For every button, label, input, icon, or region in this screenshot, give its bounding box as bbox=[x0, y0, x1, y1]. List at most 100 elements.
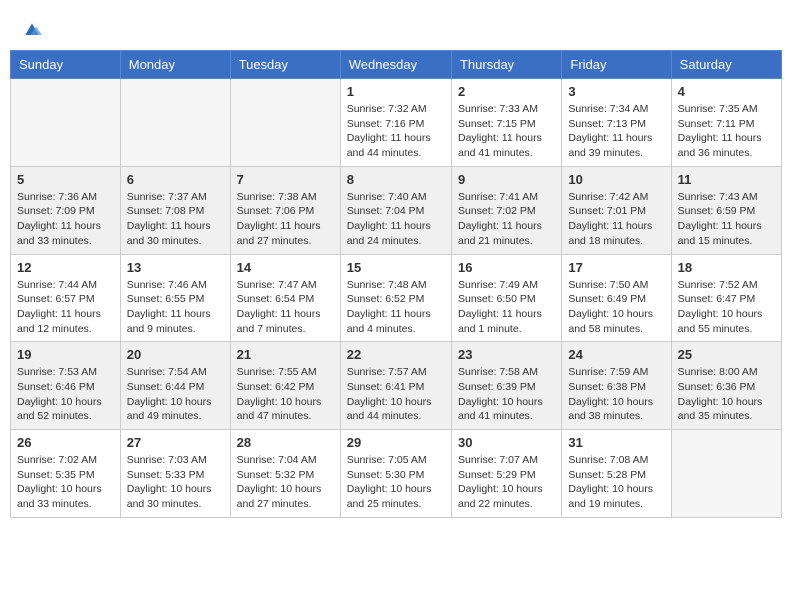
day-number: 28 bbox=[237, 435, 334, 450]
calendar-cell: 3Sunrise: 7:34 AMSunset: 7:13 PMDaylight… bbox=[562, 79, 671, 167]
day-info: Sunrise: 7:42 AMSunset: 7:01 PMDaylight:… bbox=[568, 190, 664, 249]
day-info: Sunrise: 7:05 AMSunset: 5:30 PMDaylight:… bbox=[347, 453, 445, 512]
day-info: Sunrise: 7:02 AMSunset: 5:35 PMDaylight:… bbox=[17, 453, 114, 512]
calendar-cell: 21 Sunrise: 7:55 AMSunset: 6:42 PMDayligh… bbox=[230, 342, 340, 430]
logo bbox=[20, 20, 42, 40]
calendar-cell: 12 Sunrise: 7:44 AMSunset: 6:57 PMDayligh… bbox=[11, 254, 121, 342]
day-info: Sunrise: 7:48 AMSunset: 6:52 PMDaylight:… bbox=[347, 278, 445, 337]
day-number: 26 bbox=[17, 435, 114, 450]
calendar-cell bbox=[230, 79, 340, 167]
calendar-cell: 7 Sunrise: 7:38 AMSunset: 7:06 PMDaylight… bbox=[230, 166, 340, 254]
calendar-week-row: 26 Sunrise: 7:02 AMSunset: 5:35 PMDayligh… bbox=[11, 430, 782, 518]
calendar-cell bbox=[120, 79, 230, 167]
weekday-header-tuesday: Tuesday bbox=[230, 51, 340, 79]
day-info: Sunrise: 7:57 AMSunset: 6:41 PMDaylight:… bbox=[347, 365, 445, 424]
day-number: 10 bbox=[568, 172, 664, 187]
logo-icon bbox=[22, 20, 42, 40]
day-number: 27 bbox=[127, 435, 224, 450]
day-info: Sunrise: 7:34 AMSunset: 7:13 PMDaylight:… bbox=[568, 102, 664, 161]
day-number: 14 bbox=[237, 260, 334, 275]
calendar-cell: 1 Sunrise: 7:32 AMSunset: 7:16 PMDaylight… bbox=[340, 79, 451, 167]
calendar-cell: 26 Sunrise: 7:02 AMSunset: 5:35 PMDayligh… bbox=[11, 430, 121, 518]
day-number: 2 bbox=[458, 84, 555, 99]
day-info: Sunrise: 7:40 AMSunset: 7:04 PMDaylight:… bbox=[347, 190, 445, 249]
calendar-cell: 24Sunrise: 7:59 AMSunset: 6:38 PMDayligh… bbox=[562, 342, 671, 430]
calendar-cell: 29 Sunrise: 7:05 AMSunset: 5:30 PMDayligh… bbox=[340, 430, 451, 518]
day-info: Sunrise: 7:59 AMSunset: 6:38 PMDaylight:… bbox=[568, 365, 664, 424]
day-number: 29 bbox=[347, 435, 445, 450]
calendar-cell: 27 Sunrise: 7:03 AMSunset: 5:33 PMDayligh… bbox=[120, 430, 230, 518]
calendar-cell: 30 Sunrise: 7:07 AMSunset: 5:29 PMDayligh… bbox=[451, 430, 561, 518]
day-info: Sunrise: 7:07 AMSunset: 5:29 PMDaylight:… bbox=[458, 453, 555, 512]
day-number: 13 bbox=[127, 260, 224, 275]
calendar-cell: 15 Sunrise: 7:48 AMSunset: 6:52 PMDayligh… bbox=[340, 254, 451, 342]
day-number: 19 bbox=[17, 347, 114, 362]
day-number: 1 bbox=[347, 84, 445, 99]
day-number: 11 bbox=[678, 172, 775, 187]
calendar-cell: 23 Sunrise: 7:58 AMSunset: 6:39 PMDayligh… bbox=[451, 342, 561, 430]
calendar-cell: 20Sunrise: 7:54 AMSunset: 6:44 PMDayligh… bbox=[120, 342, 230, 430]
day-number: 16 bbox=[458, 260, 555, 275]
day-number: 12 bbox=[17, 260, 114, 275]
calendar-cell: 25 Sunrise: 8:00 AMSunset: 6:36 PMDayligh… bbox=[671, 342, 781, 430]
day-number: 18 bbox=[678, 260, 775, 275]
calendar-cell: 31 Sunrise: 7:08 AMSunset: 5:28 PMDayligh… bbox=[562, 430, 671, 518]
day-number: 30 bbox=[458, 435, 555, 450]
calendar-table: SundayMondayTuesdayWednesdayThursdayFrid… bbox=[10, 50, 782, 518]
calendar-week-row: 12 Sunrise: 7:44 AMSunset: 6:57 PMDayligh… bbox=[11, 254, 782, 342]
calendar-cell: 8 Sunrise: 7:40 AMSunset: 7:04 PMDaylight… bbox=[340, 166, 451, 254]
day-number: 31 bbox=[568, 435, 664, 450]
calendar-cell: 5 Sunrise: 7:36 AMSunset: 7:09 PMDaylight… bbox=[11, 166, 121, 254]
day-info: Sunrise: 7:38 AMSunset: 7:06 PMDaylight:… bbox=[237, 190, 334, 249]
calendar-cell bbox=[671, 430, 781, 518]
day-number: 25 bbox=[678, 347, 775, 362]
calendar-cell: 11 Sunrise: 7:43 AMSunset: 6:59 PMDayligh… bbox=[671, 166, 781, 254]
day-info: Sunrise: 7:47 AMSunset: 6:54 PMDaylight:… bbox=[237, 278, 334, 337]
day-info: Sunrise: 7:43 AMSunset: 6:59 PMDaylight:… bbox=[678, 190, 775, 249]
day-number: 7 bbox=[237, 172, 334, 187]
calendar-cell: 19 Sunrise: 7:53 AMSunset: 6:46 PMDayligh… bbox=[11, 342, 121, 430]
calendar-cell: 17Sunrise: 7:50 AMSunset: 6:49 PMDayligh… bbox=[562, 254, 671, 342]
weekday-header-monday: Monday bbox=[120, 51, 230, 79]
calendar-cell: 28 Sunrise: 7:04 AMSunset: 5:32 PMDayligh… bbox=[230, 430, 340, 518]
calendar-week-row: 5 Sunrise: 7:36 AMSunset: 7:09 PMDaylight… bbox=[11, 166, 782, 254]
calendar-cell: 18 Sunrise: 7:52 AMSunset: 6:47 PMDayligh… bbox=[671, 254, 781, 342]
day-info: Sunrise: 7:44 AMSunset: 6:57 PMDaylight:… bbox=[17, 278, 114, 337]
weekday-header-wednesday: Wednesday bbox=[340, 51, 451, 79]
day-info: Sunrise: 7:08 AMSunset: 5:28 PMDaylight:… bbox=[568, 453, 664, 512]
day-info: Sunrise: 7:03 AMSunset: 5:33 PMDaylight:… bbox=[127, 453, 224, 512]
calendar-cell: 4Sunrise: 7:35 AMSunset: 7:11 PMDaylight… bbox=[671, 79, 781, 167]
day-info: Sunrise: 7:54 AMSunset: 6:44 PMDaylight:… bbox=[127, 365, 224, 424]
calendar-cell: 10 Sunrise: 7:42 AMSunset: 7:01 PMDayligh… bbox=[562, 166, 671, 254]
calendar-cell: 22 Sunrise: 7:57 AMSunset: 6:41 PMDayligh… bbox=[340, 342, 451, 430]
day-info: Sunrise: 7:49 AMSunset: 6:50 PMDaylight:… bbox=[458, 278, 555, 337]
calendar-cell: 6Sunrise: 7:37 AMSunset: 7:08 PMDaylight… bbox=[120, 166, 230, 254]
day-number: 22 bbox=[347, 347, 445, 362]
day-number: 15 bbox=[347, 260, 445, 275]
day-info: Sunrise: 7:36 AMSunset: 7:09 PMDaylight:… bbox=[17, 190, 114, 249]
day-info: Sunrise: 7:37 AMSunset: 7:08 PMDaylight:… bbox=[127, 190, 224, 249]
calendar-cell bbox=[11, 79, 121, 167]
day-info: Sunrise: 7:04 AMSunset: 5:32 PMDaylight:… bbox=[237, 453, 334, 512]
day-info: Sunrise: 8:00 AMSunset: 6:36 PMDaylight:… bbox=[678, 365, 775, 424]
day-info: Sunrise: 7:58 AMSunset: 6:39 PMDaylight:… bbox=[458, 365, 555, 424]
weekday-header-sunday: Sunday bbox=[11, 51, 121, 79]
day-number: 5 bbox=[17, 172, 114, 187]
calendar-week-row: 1 Sunrise: 7:32 AMSunset: 7:16 PMDaylight… bbox=[11, 79, 782, 167]
calendar-cell: 14 Sunrise: 7:47 AMSunset: 6:54 PMDayligh… bbox=[230, 254, 340, 342]
day-number: 21 bbox=[237, 347, 334, 362]
day-info: Sunrise: 7:32 AMSunset: 7:16 PMDaylight:… bbox=[347, 102, 445, 161]
day-info: Sunrise: 7:53 AMSunset: 6:46 PMDaylight:… bbox=[17, 365, 114, 424]
day-number: 23 bbox=[458, 347, 555, 362]
calendar-header-row: SundayMondayTuesdayWednesdayThursdayFrid… bbox=[11, 51, 782, 79]
page-header bbox=[10, 10, 782, 45]
calendar-cell: 9 Sunrise: 7:41 AMSunset: 7:02 PMDaylight… bbox=[451, 166, 561, 254]
calendar-cell: 2Sunrise: 7:33 AMSunset: 7:15 PMDaylight… bbox=[451, 79, 561, 167]
weekday-header-friday: Friday bbox=[562, 51, 671, 79]
calendar-cell: 13Sunrise: 7:46 AMSunset: 6:55 PMDayligh… bbox=[120, 254, 230, 342]
day-number: 9 bbox=[458, 172, 555, 187]
day-info: Sunrise: 7:41 AMSunset: 7:02 PMDaylight:… bbox=[458, 190, 555, 249]
day-info: Sunrise: 7:52 AMSunset: 6:47 PMDaylight:… bbox=[678, 278, 775, 337]
day-info: Sunrise: 7:55 AMSunset: 6:42 PMDaylight:… bbox=[237, 365, 334, 424]
day-number: 8 bbox=[347, 172, 445, 187]
